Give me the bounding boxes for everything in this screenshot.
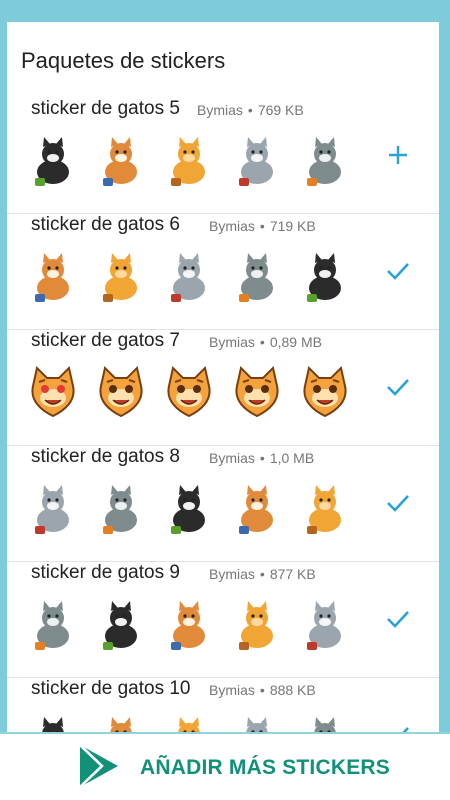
cat-black-flowers-sticker	[229, 132, 285, 188]
cat-emoji-tears-sticker	[297, 364, 353, 420]
cat-orange-tophat-sticker	[25, 248, 81, 304]
pack-author: Bymias	[197, 102, 243, 118]
cats-trio-sticker	[161, 596, 217, 652]
pack-size: 877 KB	[269, 566, 316, 582]
cat-emoji-happy-sticker	[229, 364, 285, 420]
separator-dot: •	[247, 102, 253, 118]
pack-name: sticker de gatos 6	[31, 214, 180, 235]
cat-tabby-gray-sticker	[229, 248, 285, 304]
pack-name: sticker de gatos 9	[31, 562, 180, 583]
pack-size: 888 KB	[269, 682, 316, 698]
cat-white-sitting-sticker	[93, 480, 149, 536]
pack-meta: Bymias • 769 KB	[197, 102, 304, 118]
pack-author: Bymias	[209, 450, 255, 466]
cats-trio-gray-sticker	[297, 596, 353, 652]
pack-size: 769 KB	[257, 102, 304, 118]
separator-dot: •	[259, 334, 265, 350]
pack-size: 1,0 MB	[269, 450, 315, 466]
pack-name: sticker de gatos 10	[31, 678, 191, 699]
cat-white-shirt-sticker	[161, 248, 217, 304]
cat-white-black-sticker	[25, 132, 81, 188]
add-icon[interactable]	[385, 142, 411, 168]
separator-dot: •	[259, 682, 265, 698]
check-icon[interactable]	[385, 606, 411, 632]
pack-author: Bymias	[209, 682, 255, 698]
cat-hat-purple-sticker	[93, 132, 149, 188]
separator-dot: •	[259, 218, 265, 234]
cat-emoji-heart-eyes-sticker	[25, 364, 81, 420]
pack-author: Bymias	[209, 334, 255, 350]
cat-clock-sticker	[161, 480, 217, 536]
cat-tabby-sitting-sticker	[297, 480, 353, 536]
pack-author: Bymias	[209, 218, 255, 234]
check-icon[interactable]	[385, 374, 411, 400]
check-icon[interactable]	[385, 258, 411, 284]
bottom-bar: AÑADIR MÁS STICKERS	[0, 732, 450, 800]
cats-group-white-sticker	[93, 596, 149, 652]
pack-meta: Bymias • 0,89 MB	[209, 334, 322, 350]
sticker-pack-row[interactable]: sticker de gatos 7 Bymias • 0,89 MB	[7, 330, 439, 446]
sticker-preview-strip	[23, 132, 353, 190]
sticker-preview-strip	[23, 248, 353, 306]
sticker-pack-row[interactable]: sticker de gatos 6 Bymias • 719 KB	[7, 214, 439, 330]
page-title: Paquetes de stickers	[21, 48, 226, 73]
separator-dot: •	[259, 566, 265, 582]
pack-author: Bymias	[209, 566, 255, 582]
pack-size: 719 KB	[269, 218, 316, 234]
separator-dot: •	[259, 450, 265, 466]
check-icon[interactable]	[385, 490, 411, 516]
cat-white-branch-sticker	[297, 132, 353, 188]
sticker-preview-strip	[23, 364, 353, 422]
add-more-stickers-button[interactable]: AÑADIR MÁS STICKERS	[78, 743, 408, 794]
pack-name: sticker de gatos 8	[31, 446, 180, 467]
cat-gray-lying-sticker	[229, 480, 285, 536]
sticker-pack-row[interactable]: sticker de gatos 9 Bymias • 877 KB	[7, 562, 439, 678]
cat-orange-cap-sticker	[93, 248, 149, 304]
pack-meta: Bymias • 719 KB	[209, 218, 316, 234]
cat-emoji-laugh-sticker	[161, 364, 217, 420]
pack-name: sticker de gatos 5	[31, 98, 180, 119]
cat-bulldog-rose-sticker	[161, 132, 217, 188]
sticker-preview-strip	[23, 596, 353, 654]
pack-meta: Bymias • 877 KB	[209, 566, 316, 582]
pack-meta: Bymias • 888 KB	[209, 682, 316, 698]
cat-bow-red-sticker	[25, 480, 81, 536]
cat-emoji-smile-sticker	[93, 364, 149, 420]
pack-size: 0,89 MB	[269, 334, 322, 350]
cat-hat-yellow-sticker	[297, 248, 353, 304]
add-more-stickers-label: AÑADIR MÁS STICKERS	[140, 756, 390, 779]
play-store-icon	[78, 743, 120, 794]
sticker-pack-row[interactable]: sticker de gatos 5 Bymias • 769 KB	[7, 98, 439, 214]
pack-name: sticker de gatos 7	[31, 330, 180, 351]
cats-flowers-sticker	[229, 596, 285, 652]
sticker-preview-strip	[23, 480, 353, 538]
cats-pair-tabby-sticker	[25, 596, 81, 652]
sticker-packs-card: Paquetes de stickers sticker de gatos 5 B…	[7, 22, 439, 800]
sticker-pack-row[interactable]: sticker de gatos 8 Bymias • 1,0 MB	[7, 446, 439, 562]
pack-meta: Bymias • 1,0 MB	[209, 450, 314, 466]
